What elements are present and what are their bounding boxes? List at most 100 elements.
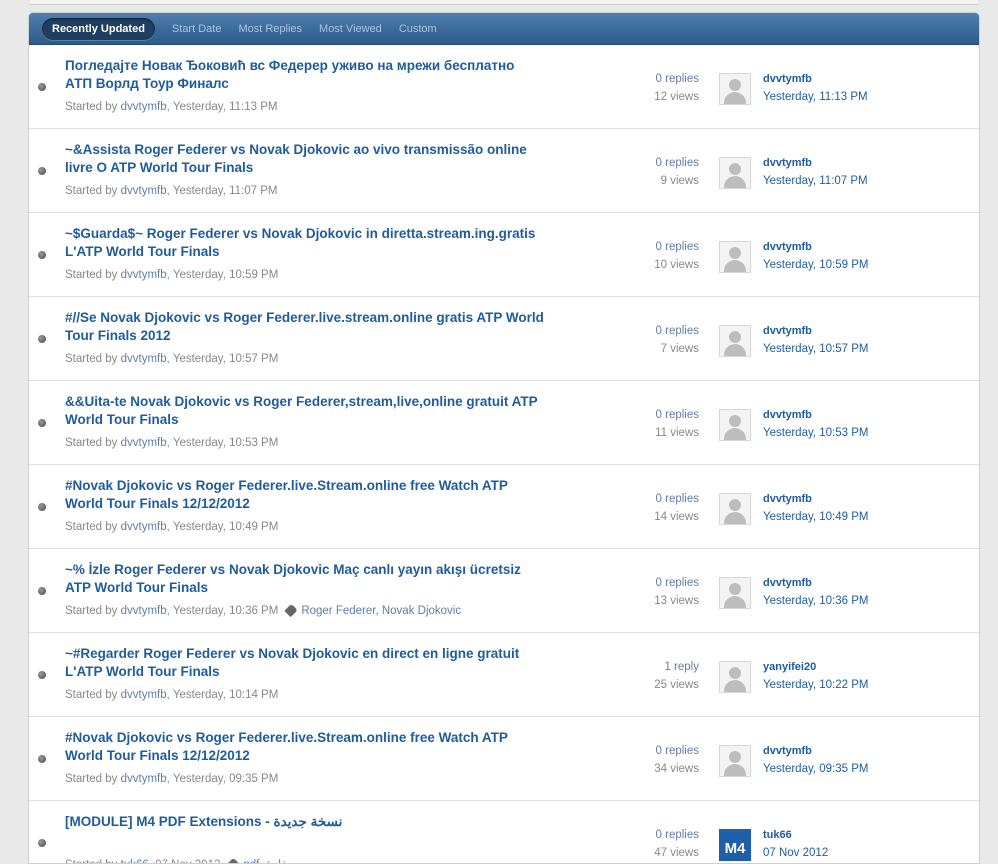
topic-tags[interactable]: pdf, فا ئ: [226, 857, 287, 863]
last-poster-link[interactable]: yanyifei20: [763, 658, 868, 676]
topic-title-link[interactable]: ~$Guarda$~ Roger Federer vs Novak Djokov…: [65, 225, 545, 261]
avatar-head: [729, 499, 741, 511]
topic-title-link[interactable]: #//Se Novak Djokovic vs Roger Federer.li…: [65, 309, 545, 345]
tab-custom[interactable]: Custom: [399, 23, 437, 35]
reply-count[interactable]: 0 replies: [589, 322, 699, 340]
view-count: 25 views: [654, 679, 699, 691]
topic-title-link[interactable]: ~&Assista Roger Federer vs Novak Djokovi…: [65, 141, 545, 177]
topic-stats: 0 replies 11 views: [589, 406, 699, 442]
view-count: 47 views: [654, 847, 699, 859]
last-poster-link[interactable]: dvvtymfb: [763, 742, 868, 760]
last-post-time-link[interactable]: Yesterday, 10:53 PM: [763, 424, 868, 442]
started-by-label: Started by: [65, 185, 121, 197]
last-poster-link[interactable]: tuk66: [763, 826, 828, 844]
topic-title-link[interactable]: #Novak Djokovic vs Roger Federer.live.St…: [65, 729, 545, 765]
reply-count[interactable]: 0 replies: [589, 574, 699, 592]
last-poster-link[interactable]: dvvtymfb: [763, 574, 868, 592]
last-post-time-link[interactable]: Yesterday, 10:36 PM: [763, 592, 868, 610]
avatar-head: [729, 667, 741, 679]
avatar-body: [724, 512, 746, 524]
topic-stats: 0 replies 10 views: [589, 238, 699, 274]
last-poster-link[interactable]: dvvtymfb: [763, 238, 868, 256]
reply-count[interactable]: 0 replies: [589, 238, 699, 256]
topic-status-dot-icon: [38, 335, 46, 343]
tab-start-date[interactable]: Start Date: [172, 23, 222, 35]
avatar[interactable]: [719, 493, 751, 525]
tab-most-viewed[interactable]: Most Viewed: [319, 23, 382, 35]
reply-count[interactable]: 0 replies: [589, 154, 699, 172]
topic-author-link[interactable]: dvvtymfb: [121, 605, 167, 617]
avatar[interactable]: M4: [719, 829, 751, 861]
avatar[interactable]: [719, 745, 751, 777]
topic-start-date: , Yesterday, 11:13 PM: [166, 101, 278, 113]
started-by-label: Started by: [65, 437, 121, 449]
last-post-time-link[interactable]: Yesterday, 10:57 PM: [763, 340, 868, 358]
avatar[interactable]: [719, 157, 751, 189]
avatar[interactable]: [719, 325, 751, 357]
topic-author-link[interactable]: dvvtymfb: [121, 689, 167, 701]
last-post-time-link[interactable]: Yesterday, 10:49 PM: [763, 508, 868, 526]
reply-count[interactable]: 0 replies: [589, 826, 699, 844]
sort-tabs-bar: Recently Updated Start Date Most Replies…: [29, 13, 979, 45]
reply-count[interactable]: 1 reply: [589, 658, 699, 676]
last-poster-link[interactable]: dvvtymfb: [763, 490, 868, 508]
tab-most-replies[interactable]: Most Replies: [238, 23, 302, 35]
last-post-info: dvvtymfb Yesterday, 10:53 PM: [763, 406, 868, 442]
topic-tags[interactable]: Roger Federer, Novak Djokovic: [284, 603, 461, 618]
topic-meta: Started by dvvtymfb, Yesterday, 10:14 PM: [65, 689, 278, 701]
avatar[interactable]: [719, 241, 751, 273]
avatar[interactable]: [719, 577, 751, 609]
last-post-time-link[interactable]: Yesterday, 10:22 PM: [763, 676, 868, 694]
last-poster-link[interactable]: dvvtymfb: [763, 154, 868, 172]
tag-list[interactable]: pdf, فا ئ: [243, 859, 287, 863]
avatar[interactable]: [719, 409, 751, 441]
top-divider: [30, 0, 978, 5]
topic-meta: Started by dvvtymfb, Yesterday, 11:13 PM: [65, 101, 277, 113]
topic-status-dot-icon: [38, 419, 46, 427]
topic-author-link[interactable]: dvvtymfb: [121, 269, 167, 281]
topic-author-link[interactable]: tuk66: [121, 859, 149, 863]
last-post-time-link[interactable]: Yesterday, 09:35 PM: [763, 760, 868, 778]
last-post-info: tuk66 07 Nov 2012: [763, 826, 828, 862]
topic-start-date: , Yesterday, 10:59 PM: [166, 269, 279, 281]
avatar-head: [729, 751, 741, 763]
topic-author-link[interactable]: dvvtymfb: [121, 773, 167, 785]
last-poster-link[interactable]: dvvtymfb: [763, 406, 868, 424]
last-post-time-link[interactable]: Yesterday, 11:07 PM: [763, 172, 868, 190]
last-post-time-link[interactable]: Yesterday, 11:13 PM: [763, 88, 868, 106]
last-post-time-link[interactable]: Yesterday, 10:59 PM: [763, 256, 868, 274]
reply-count[interactable]: 0 replies: [589, 742, 699, 760]
topic-title-link[interactable]: &&Uita-te Novak Djokovic vs Roger Federe…: [65, 393, 545, 429]
avatar-head: [729, 583, 741, 595]
topic-title-link[interactable]: Погледајте Новак Ђоковић вс Федерер ужив…: [65, 57, 545, 93]
topic-title-link[interactable]: ~% İzle Roger Federer vs Novak Djokovic …: [65, 561, 545, 597]
reply-count[interactable]: 0 replies: [589, 406, 699, 424]
last-post-info: dvvtymfb Yesterday, 09:35 PM: [763, 742, 868, 778]
avatar[interactable]: [719, 73, 751, 105]
started-by-label: Started by: [65, 353, 121, 365]
topic-title-link[interactable]: [MODULE] M4 PDF Extensions - نسخة جديدة: [65, 813, 545, 831]
reply-count[interactable]: 0 replies: [589, 70, 699, 88]
tab-recently-updated[interactable]: Recently Updated: [42, 17, 155, 40]
table-row: Погледајте Новак Ђоковић вс Федерер ужив…: [29, 45, 979, 129]
topic-author-link[interactable]: dvvtymfb: [121, 101, 167, 113]
started-by-label: Started by: [65, 101, 121, 113]
topic-title-link[interactable]: #Novak Djokovic vs Roger Federer.live.St…: [65, 477, 545, 513]
topic-author-link[interactable]: dvvtymfb: [121, 353, 167, 365]
last-post-time-link[interactable]: 07 Nov 2012: [763, 844, 828, 862]
last-poster-link[interactable]: dvvtymfb: [763, 70, 868, 88]
table-row: &&Uita-te Novak Djokovic vs Roger Federe…: [29, 381, 979, 465]
reply-count[interactable]: 0 replies: [589, 490, 699, 508]
started-by-label: Started by: [65, 773, 121, 785]
topic-title-link[interactable]: ~#Regarder Roger Federer vs Novak Djokov…: [65, 645, 545, 681]
tag-list[interactable]: Roger Federer, Novak Djokovic: [301, 605, 461, 617]
topic-author-link[interactable]: dvvtymfb: [121, 437, 167, 449]
topic-author-link[interactable]: dvvtymfb: [121, 521, 167, 533]
avatar-label: M4: [724, 840, 746, 857]
topic-start-date: , Yesterday, 10:49 PM: [166, 521, 279, 533]
topic-meta: Started by dvvtymfb, Yesterday, 10:57 PM: [65, 353, 278, 365]
last-poster-link[interactable]: dvvtymfb: [763, 322, 868, 340]
started-by-label: Started by: [65, 269, 121, 281]
avatar[interactable]: [719, 661, 751, 693]
topic-author-link[interactable]: dvvtymfb: [121, 185, 167, 197]
